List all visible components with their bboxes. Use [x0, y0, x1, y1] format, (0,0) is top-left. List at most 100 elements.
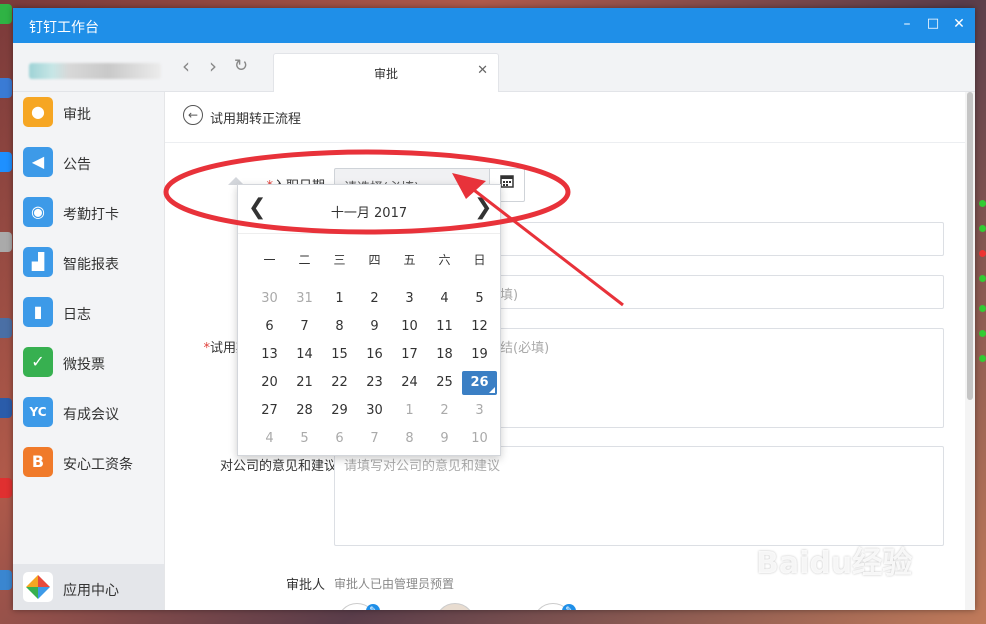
sidebar-item-attendance[interactable]: ◉ 考勤打卡	[13, 192, 164, 242]
back-arrow-icon[interactable]: ‹	[176, 55, 196, 77]
calendar-day[interactable]: 4	[252, 427, 287, 451]
desktop-shortcut-icon[interactable]	[0, 570, 12, 590]
desktop-shortcut-icon[interactable]	[0, 152, 12, 172]
watermark-url: jingyan.baidu.com	[790, 580, 910, 595]
sidebar: ● 审批 ◀ 公告 ◉ 考勤打卡 ▟ 智能报表 ▮ 日志 ✓ 微投票 YC 有成…	[13, 92, 165, 610]
close-icon[interactable]: ✕	[951, 16, 967, 32]
calendar-day[interactable]: 27	[252, 399, 287, 423]
calendar-day[interactable]: 20	[252, 371, 287, 395]
calendar-day[interactable]: 6	[322, 427, 357, 451]
form-title: 试用期转正流程	[210, 112, 302, 127]
desktop-left-edge	[0, 0, 14, 624]
weekday-header: 日	[473, 253, 486, 267]
calendar-day[interactable]: 3	[392, 287, 427, 311]
megaphone-icon: ◀	[23, 147, 53, 177]
sidebar-item-vote[interactable]: ✓ 微投票	[13, 342, 164, 392]
tab-close-icon[interactable]: ✕	[477, 63, 488, 78]
sidebar-item-label: 智能报表	[63, 257, 119, 273]
calendar-day-selected[interactable]: 26	[462, 371, 497, 395]
desktop-dot-icon	[979, 330, 986, 337]
calendar-day[interactable]: 12	[462, 315, 497, 339]
calendar-day[interactable]: 15	[322, 343, 357, 367]
sidebar-item-salary[interactable]: B 安心工资条	[13, 442, 164, 492]
window-title: 钉钉工作台	[29, 20, 99, 36]
sidebar-item-approval[interactable]: ● 审批	[13, 92, 164, 142]
desktop-dot-icon	[979, 305, 986, 312]
avatar[interactable]	[435, 603, 475, 610]
weekday-header: 三	[333, 253, 346, 267]
calendar-day[interactable]: 9	[427, 427, 462, 451]
refresh-icon[interactable]: ↻	[231, 55, 251, 77]
avatar[interactable]: ✎	[337, 603, 380, 610]
avatar[interactable]: ✎	[533, 603, 576, 610]
nav-bar: ‹ › ↻ 审批 ✕	[13, 43, 975, 92]
weekday-header: 六	[438, 253, 451, 267]
calendar-day[interactable]: 21	[287, 371, 322, 395]
scrollbar-thumb[interactable]	[967, 92, 973, 400]
calendar-day[interactable]: 7	[357, 427, 392, 451]
desktop-shortcut-icon[interactable]	[0, 4, 12, 24]
maximize-icon[interactable]: □	[925, 16, 941, 32]
sidebar-item-log[interactable]: ▮ 日志	[13, 292, 164, 342]
calendar-day[interactable]: 22	[322, 371, 357, 395]
calendar-day[interactable]: 30	[252, 287, 287, 311]
back-circle-icon[interactable]: ←	[183, 105, 203, 125]
calendar-day[interactable]: 1	[322, 287, 357, 311]
edit-icon[interactable]: ✎	[366, 604, 380, 610]
calendar-divider	[238, 233, 500, 234]
sidebar-item-app-center[interactable]: 应用中心	[13, 564, 164, 610]
calendar-day[interactable]: 23	[357, 371, 392, 395]
sidebar-item-meeting[interactable]: YC 有成会议	[13, 392, 164, 442]
desktop-shortcut-icon[interactable]	[0, 398, 12, 418]
suggestion-textarea[interactable]: 请填写对公司的意见和建议	[334, 446, 944, 546]
forward-arrow-icon[interactable]: ›	[203, 55, 223, 77]
scrollbar[interactable]	[965, 92, 975, 610]
approver-label: 审批人	[285, 578, 325, 593]
calendar-day[interactable]: 29	[322, 399, 357, 423]
calendar-month-label[interactable]: 十一月 2017	[238, 202, 500, 221]
desktop-shortcut-icon[interactable]	[0, 232, 12, 252]
calendar-day[interactable]: 31	[287, 287, 322, 311]
calendar-day[interactable]: 28	[287, 399, 322, 423]
desktop-right-edge	[976, 0, 986, 624]
calendar-day[interactable]: 8	[392, 427, 427, 451]
calendar-day[interactable]: 10	[392, 315, 427, 339]
calendar-day[interactable]: 24	[392, 371, 427, 395]
calendar-day[interactable]: 7	[287, 315, 322, 339]
calendar-day[interactable]: 14	[287, 343, 322, 367]
edit-icon[interactable]: ✎	[562, 604, 576, 610]
calendar-day[interactable]: 25	[427, 371, 462, 395]
title-bar[interactable]: 钉钉工作台 – □ ✕	[13, 8, 975, 43]
calendar-day[interactable]: 1	[392, 399, 427, 423]
minimize-icon[interactable]: –	[899, 16, 915, 32]
calendar-day[interactable]: 6	[252, 315, 287, 339]
desktop-shortcut-icon[interactable]	[0, 78, 12, 98]
calendar-day[interactable]: 4	[427, 287, 462, 311]
sidebar-item-announcement[interactable]: ◀ 公告	[13, 142, 164, 192]
desktop-dot-icon	[979, 200, 986, 207]
meeting-icon: YC	[23, 397, 53, 427]
calendar-day[interactable]: 3	[462, 399, 497, 423]
calendar-day[interactable]: 8	[322, 315, 357, 339]
sidebar-item-reports[interactable]: ▟ 智能报表	[13, 242, 164, 292]
calendar-day[interactable]: 9	[357, 315, 392, 339]
vote-icon: ✓	[23, 347, 53, 377]
calendar-day[interactable]: 18	[427, 343, 462, 367]
calendar-day[interactable]: 10	[462, 427, 497, 451]
date-picker: ❮ 十一月 2017 ❯ 一二三四五六日 30 31 1 2 3 4 5 6 7 8 9 10 11 12 1…	[237, 184, 501, 456]
calendar-day[interactable]: 5	[462, 287, 497, 311]
calendar-day[interactable]: 17	[392, 343, 427, 367]
tab-approval[interactable]: 审批 ✕	[273, 53, 499, 92]
calendar-day[interactable]: 11	[427, 315, 462, 339]
sidebar-item-label: 审批	[63, 107, 91, 123]
next-month-icon[interactable]: ❯	[474, 195, 492, 220]
calendar-day[interactable]: 30	[357, 399, 392, 423]
desktop-shortcut-icon[interactable]	[0, 478, 12, 498]
calendar-day[interactable]: 2	[427, 399, 462, 423]
calendar-day[interactable]: 13	[252, 343, 287, 367]
calendar-day[interactable]: 2	[357, 287, 392, 311]
calendar-day[interactable]: 5	[287, 427, 322, 451]
calendar-day[interactable]: 16	[357, 343, 392, 367]
desktop-shortcut-icon[interactable]	[0, 318, 12, 338]
calendar-day[interactable]: 19	[462, 343, 497, 367]
